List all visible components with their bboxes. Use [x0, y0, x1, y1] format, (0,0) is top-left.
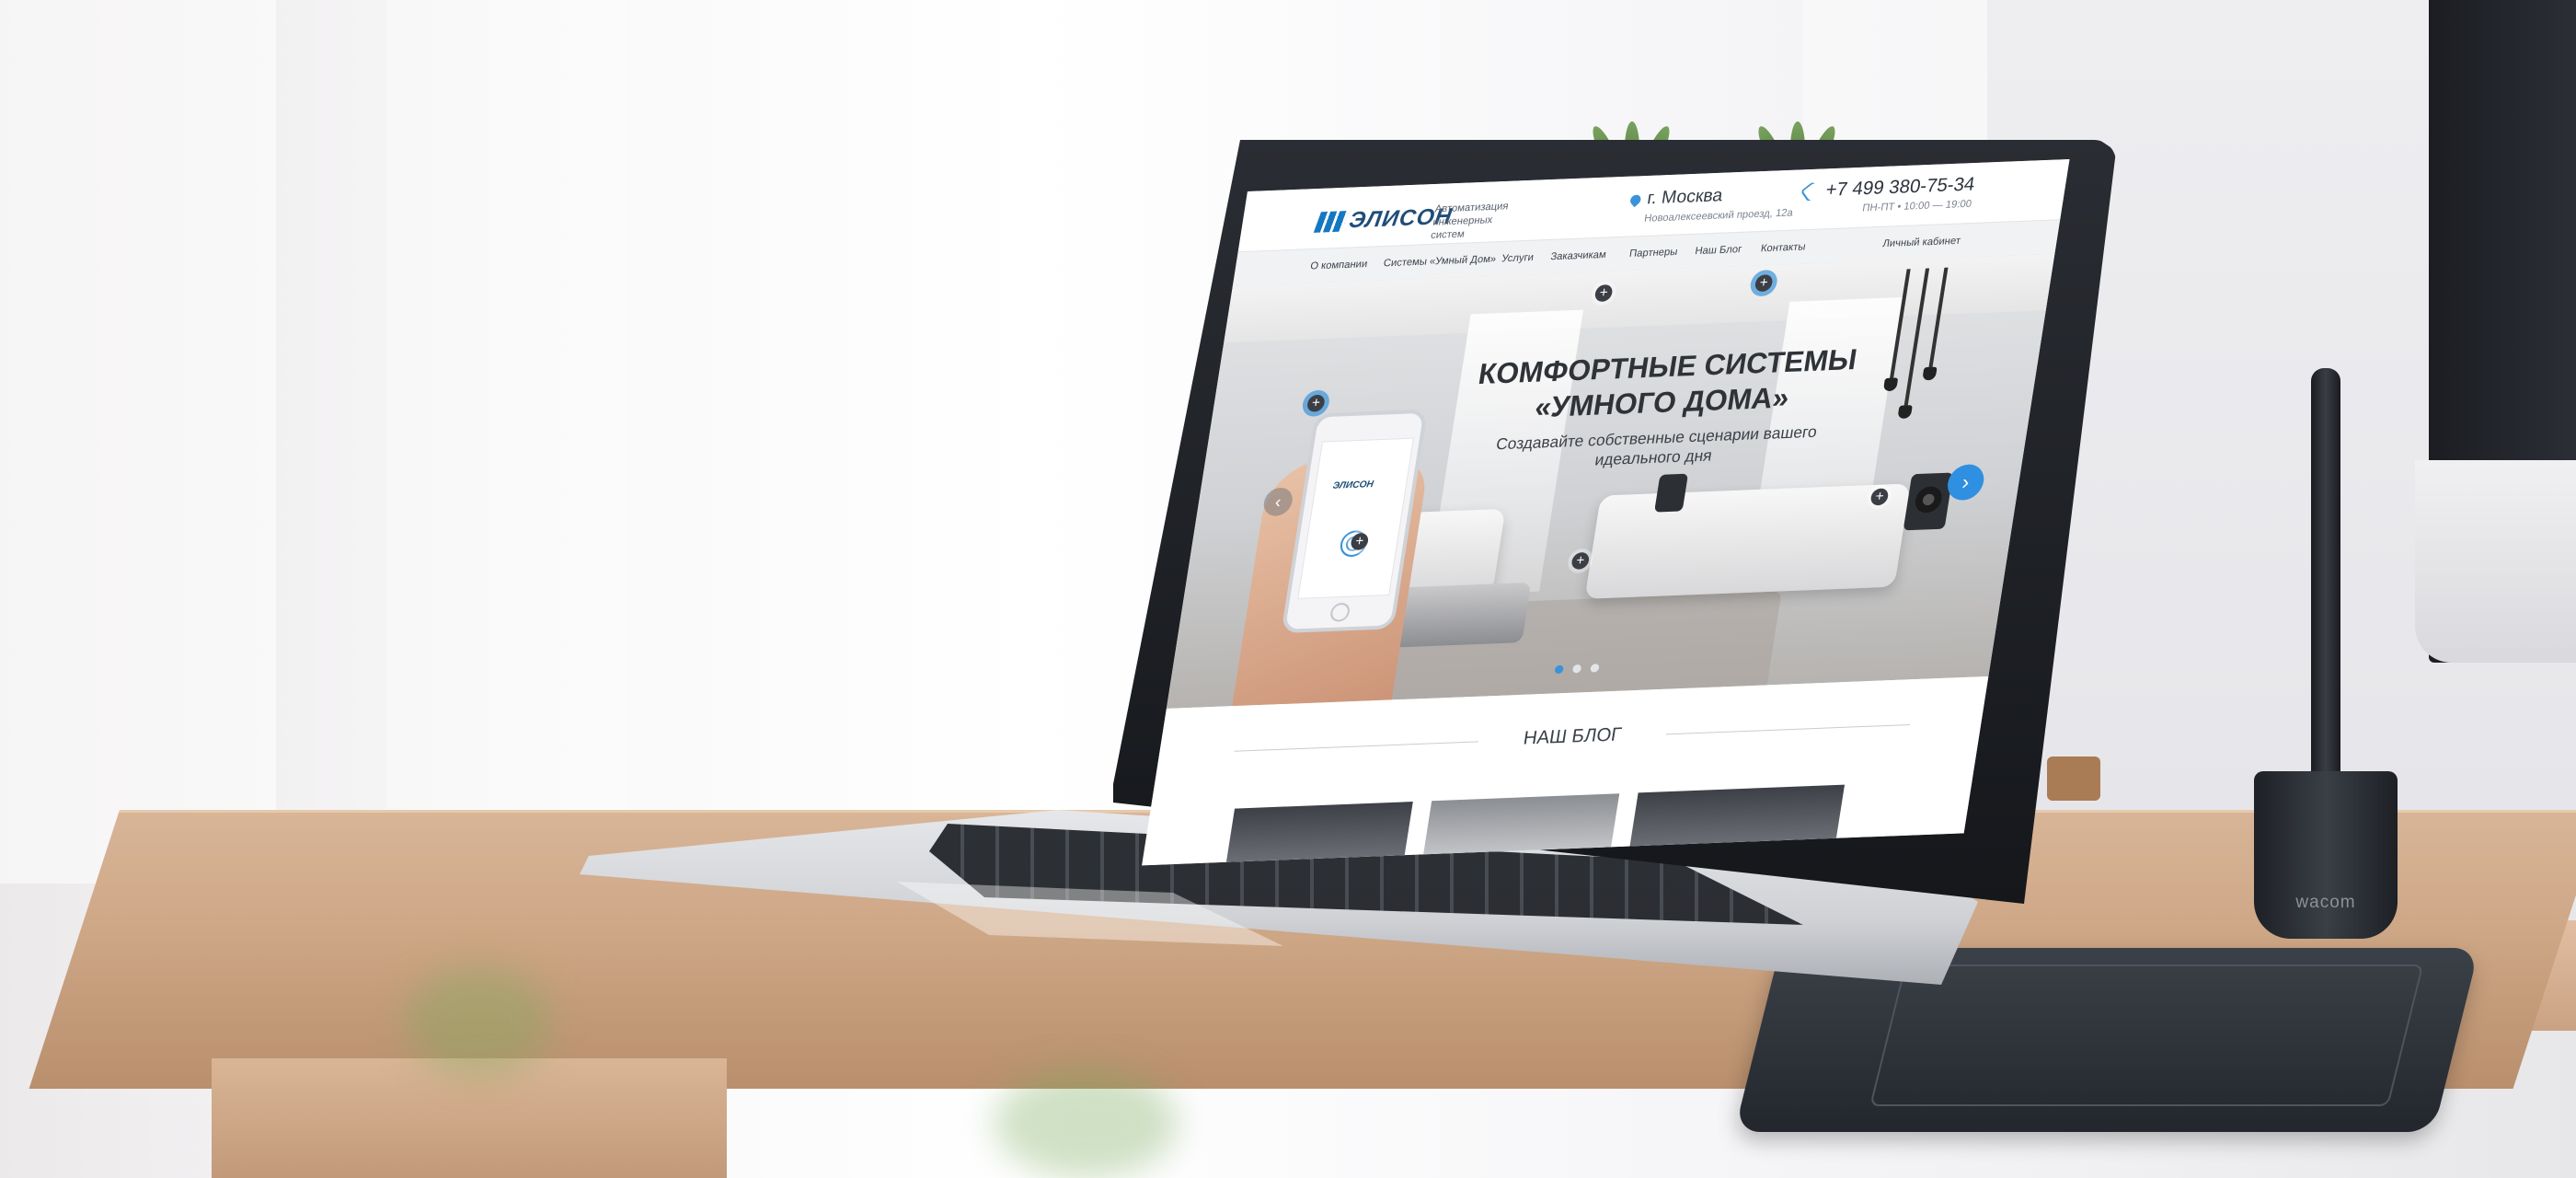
- slider-dots: [1554, 664, 1600, 675]
- nav-item-smart-home[interactable]: Системы «Умный Дом»: [1383, 253, 1497, 269]
- stylus-pen: [2311, 368, 2340, 782]
- pen-holder: wacom: [2254, 771, 2398, 939]
- contact-block: +7 499 380-75-34 ПН-ПТ • 10:00 — 19:00: [1800, 174, 1976, 215]
- nav-item-customers[interactable]: Заказчикам: [1549, 249, 1606, 263]
- hotspot-plus-icon[interactable]: +: [1570, 551, 1591, 570]
- nav-item-blog[interactable]: Наш Блог: [1695, 244, 1743, 257]
- phone-icon: [1800, 180, 1822, 202]
- blog-thumbnail[interactable]: [1422, 793, 1620, 858]
- site-tagline: Автоматизация инженерных систем: [1430, 201, 1510, 242]
- home-button: [1328, 602, 1351, 622]
- arrow-right-icon: ›: [1960, 469, 1972, 494]
- slider-dot[interactable]: [1571, 664, 1582, 674]
- address: Новоалексеевский проезд, 12а: [1643, 207, 1794, 225]
- divider: [1665, 723, 1911, 735]
- nav-item-services[interactable]: Услуги: [1501, 252, 1534, 265]
- account-link[interactable]: Личный кабинет: [1882, 236, 1961, 250]
- hero-slider: ЭЛИСОН КОМФОРТНЫЕ СИСТЕМЫ «УМНОГО ДОМА» …: [1166, 253, 2055, 710]
- arrow-left-icon: ‹: [1273, 491, 1282, 512]
- hero-sofa: [1584, 483, 1911, 599]
- nav-item-contacts[interactable]: Контакты: [1760, 241, 1806, 254]
- slider-dot[interactable]: [1590, 664, 1600, 673]
- tablet-active-area: [1869, 964, 2424, 1106]
- pin-icon: [1627, 192, 1643, 208]
- wooden-figure: [2047, 756, 2100, 801]
- blurred-leaf: [994, 1068, 1178, 1178]
- monitor-stand: [2415, 460, 2576, 663]
- blurred-leaf: [405, 966, 552, 1077]
- divider: [1234, 741, 1478, 752]
- smartphone-screen: ЭЛИСОН: [1297, 437, 1415, 599]
- city[interactable]: г. Москва: [1646, 183, 1798, 210]
- smartphone-app-logo: ЭЛИСОН: [1331, 479, 1374, 491]
- blog-thumbnail[interactable]: [1225, 802, 1413, 865]
- logo-mark-icon: [1313, 211, 1350, 233]
- slider-dot[interactable]: [1554, 664, 1565, 675]
- nav-item-about[interactable]: О компании: [1309, 259, 1368, 272]
- location-block: г. Москва Новоалексеевский проезд, 12а: [1627, 183, 1798, 225]
- blog-title: НАШ БЛОГ: [1522, 724, 1624, 749]
- phone-number[interactable]: +7 499 380-75-34: [1824, 174, 1976, 202]
- hotspot-plus-icon[interactable]: +: [1305, 394, 1326, 412]
- nav-item-partners[interactable]: Партнеры: [1628, 247, 1678, 260]
- pen-holder-brand: wacom: [2295, 893, 2356, 912]
- curtain: [0, 0, 276, 884]
- curtain: [386, 0, 626, 884]
- hero-speaker: [1903, 472, 1954, 531]
- slider-next-button[interactable]: ›: [1945, 463, 1987, 502]
- working-hours: ПН-ПТ • 10:00 — 19:00: [1861, 198, 1972, 214]
- blog-section: НАШ БЛОГ: [1142, 676, 1989, 866]
- laptop-screen: ЭЛИСОН Автоматизация инженерных систем г…: [1142, 158, 2070, 866]
